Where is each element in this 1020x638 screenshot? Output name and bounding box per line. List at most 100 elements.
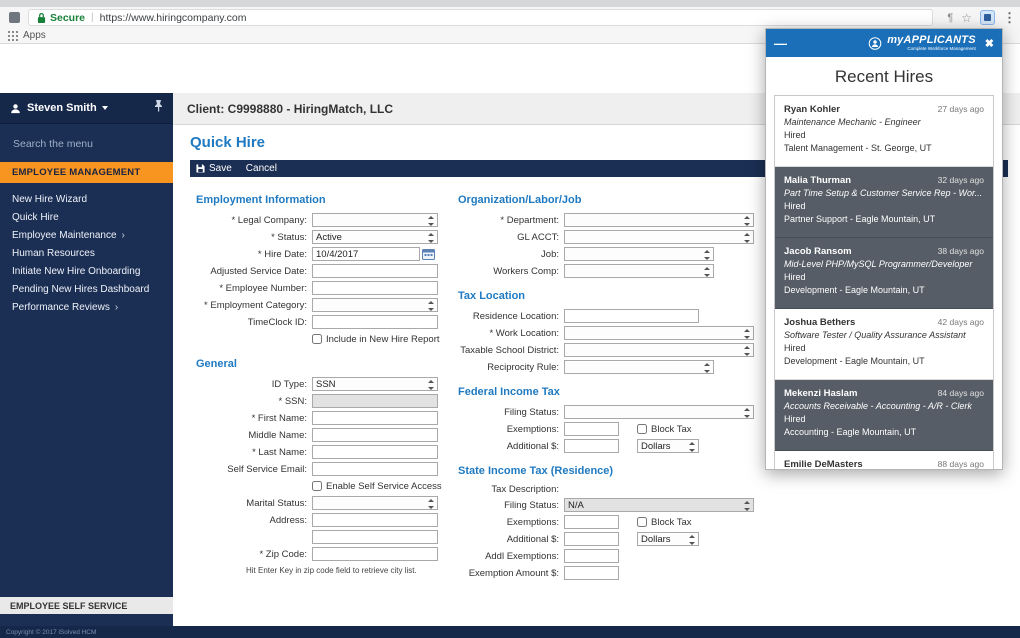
form-right-column: Organization/Labor/Job * Department: GL …	[452, 194, 772, 583]
status-select[interactable]: Active	[312, 230, 438, 244]
page-action-icon[interactable]: ¶	[947, 12, 953, 24]
hire-location: Talent Management - St. George, UT	[784, 142, 984, 155]
workers-comp-select[interactable]	[564, 264, 714, 278]
cancel-button[interactable]: Cancel	[246, 163, 277, 174]
zip-code-label: * Zip Code:	[190, 549, 312, 560]
hire-list-item[interactable]: Malia Thurman32 days ago Part Time Setup…	[775, 167, 993, 238]
section-title-state-income-tax: State Income Tax (Residence)	[458, 465, 772, 477]
section-title-general: General	[196, 358, 448, 370]
work-location-label: * Work Location:	[452, 328, 564, 339]
self-service-email-input[interactable]	[312, 462, 438, 476]
hire-list-item[interactable]: Emilie DeMasters88 days ago	[775, 451, 993, 470]
address-bar[interactable]: Secure | https://www.hiringcompany.com	[28, 9, 933, 26]
middle-name-input[interactable]	[312, 428, 438, 442]
save-button[interactable]: Save	[196, 163, 232, 174]
hire-location: Development - Eagle Mountain, UT	[784, 284, 984, 297]
self-service-email-label: Self Service Email:	[190, 464, 312, 475]
address-input[interactable]	[312, 513, 438, 527]
state-block-tax-label: Block Tax	[651, 517, 691, 528]
state-dollars-select[interactable]: Dollars	[637, 532, 699, 546]
work-location-select[interactable]	[564, 326, 754, 340]
sidebar-item-performance-reviews[interactable]: Performance Reviews›	[0, 298, 173, 316]
first-name-input[interactable]	[312, 411, 438, 425]
hire-status: Hired	[784, 129, 984, 142]
pin-icon[interactable]	[154, 99, 163, 117]
exemption-amount-input[interactable]	[564, 566, 619, 580]
federal-additional-label: Additional $:	[452, 441, 564, 452]
hire-position: Maintenance Mechanic - Engineer	[784, 116, 984, 129]
employee-number-input[interactable]	[312, 281, 438, 295]
hire-list-item[interactable]: Joshua Bethers42 days ago Software Teste…	[775, 309, 993, 380]
hire-time: 88 days ago	[938, 458, 984, 470]
federal-additional-input[interactable]	[564, 439, 619, 453]
calendar-icon[interactable]	[422, 248, 435, 260]
federal-exemptions-input[interactable]	[564, 422, 619, 436]
sidebar-item-pending-new-hires-dashboard[interactable]: Pending New Hires Dashboard	[0, 280, 173, 298]
department-select[interactable]	[564, 213, 754, 227]
include-new-hire-report-checkbox[interactable]	[312, 334, 322, 344]
sidebar-section-employee-management[interactable]: EMPLOYEE MANAGEMENT	[0, 162, 173, 183]
id-type-select[interactable]: SSN	[312, 377, 438, 391]
hire-status: Hired	[784, 200, 984, 213]
select-stepper-icon	[426, 216, 435, 226]
timeclock-id-input[interactable]	[312, 315, 438, 329]
select-stepper-icon	[702, 267, 711, 277]
state-exemptions-label: Exemptions:	[452, 517, 564, 528]
tab-favicon-icon	[9, 12, 20, 23]
hire-list-item[interactable]: Mekenzi Haslam84 days ago Accounts Recei…	[775, 380, 993, 451]
caret-down-icon	[102, 106, 108, 110]
federal-dollars-select[interactable]: Dollars	[637, 439, 699, 453]
residence-location-input[interactable]	[564, 309, 699, 323]
addl-exemptions-input[interactable]	[564, 549, 619, 563]
taxable-school-district-select[interactable]	[564, 343, 754, 357]
address-divider: |	[91, 12, 94, 23]
hire-name: Joshua Bethers	[784, 316, 855, 329]
marital-status-select[interactable]	[312, 496, 438, 510]
state-exemptions-input[interactable]	[564, 515, 619, 529]
sidebar-item-employee-maintenance[interactable]: Employee Maintenance›	[0, 226, 173, 244]
sidebar-item-new-hire-wizard[interactable]: New Hire Wizard	[0, 190, 173, 208]
adjusted-service-date-label: Adjusted Service Date:	[190, 266, 312, 277]
gl-acct-select[interactable]	[564, 230, 754, 244]
hire-date-input[interactable]	[312, 247, 420, 261]
sidebar-item-human-resources[interactable]: Human Resources	[0, 244, 173, 262]
adjusted-service-date-input[interactable]	[312, 264, 438, 278]
select-stepper-icon	[742, 233, 751, 243]
employment-category-select[interactable]	[312, 298, 438, 312]
apps-label[interactable]: Apps	[23, 30, 46, 41]
select-stepper-icon	[742, 346, 751, 356]
url-text[interactable]: https://www.hiringcompany.com	[100, 12, 247, 24]
employee-number-label: * Employee Number:	[190, 283, 312, 294]
sidebar: Steven Smith Search the menu EMPLOYEE MA…	[0, 93, 173, 638]
close-icon[interactable]: ✖	[985, 37, 994, 50]
reciprocity-rule-select[interactable]	[564, 360, 714, 374]
timeclock-id-label: TimeClock ID:	[190, 317, 312, 328]
hire-list-item[interactable]: Ryan Kohler27 days ago Maintenance Mecha…	[775, 96, 993, 167]
user-menu[interactable]: Steven Smith	[0, 93, 173, 124]
bookmark-star-icon[interactable]: ☆	[961, 11, 972, 25]
brand-tagline: Complete Workforce Management	[887, 46, 976, 51]
state-additional-input[interactable]	[564, 532, 619, 546]
hire-list-item[interactable]: Jacob Ransom38 days ago Mid-Level PHP/My…	[775, 238, 993, 309]
sidebar-item-quick-hire[interactable]: Quick Hire	[0, 208, 173, 226]
zip-code-input[interactable]	[312, 547, 438, 561]
minimize-button[interactable]: —	[774, 37, 787, 50]
apps-grid-icon[interactable]	[8, 31, 18, 41]
federal-filing-status-select[interactable]	[564, 405, 754, 419]
last-name-input[interactable]	[312, 445, 438, 459]
legal-company-select[interactable]	[312, 213, 438, 227]
federal-filing-status-label: Filing Status:	[452, 407, 564, 418]
select-stepper-icon	[742, 329, 751, 339]
residence-location-label: Residence Location:	[452, 311, 564, 322]
sidebar-section-employee-self-service[interactable]: EMPLOYEE SELF SERVICE	[0, 597, 173, 614]
federal-block-tax-checkbox[interactable]	[637, 424, 647, 434]
address2-input[interactable]	[312, 530, 438, 544]
sidebar-item-initiate-new-hire-onboarding[interactable]: Initiate New Hire Onboarding	[0, 262, 173, 280]
browser-menu-icon[interactable]: ⋮	[1003, 10, 1016, 26]
select-stepper-icon	[426, 301, 435, 311]
state-block-tax-checkbox[interactable]	[637, 517, 647, 527]
myapplicants-extension-icon[interactable]	[980, 10, 995, 25]
job-select[interactable]	[564, 247, 714, 261]
menu-search[interactable]: Search the menu	[0, 124, 173, 162]
enable-self-service-checkbox[interactable]	[312, 481, 322, 491]
